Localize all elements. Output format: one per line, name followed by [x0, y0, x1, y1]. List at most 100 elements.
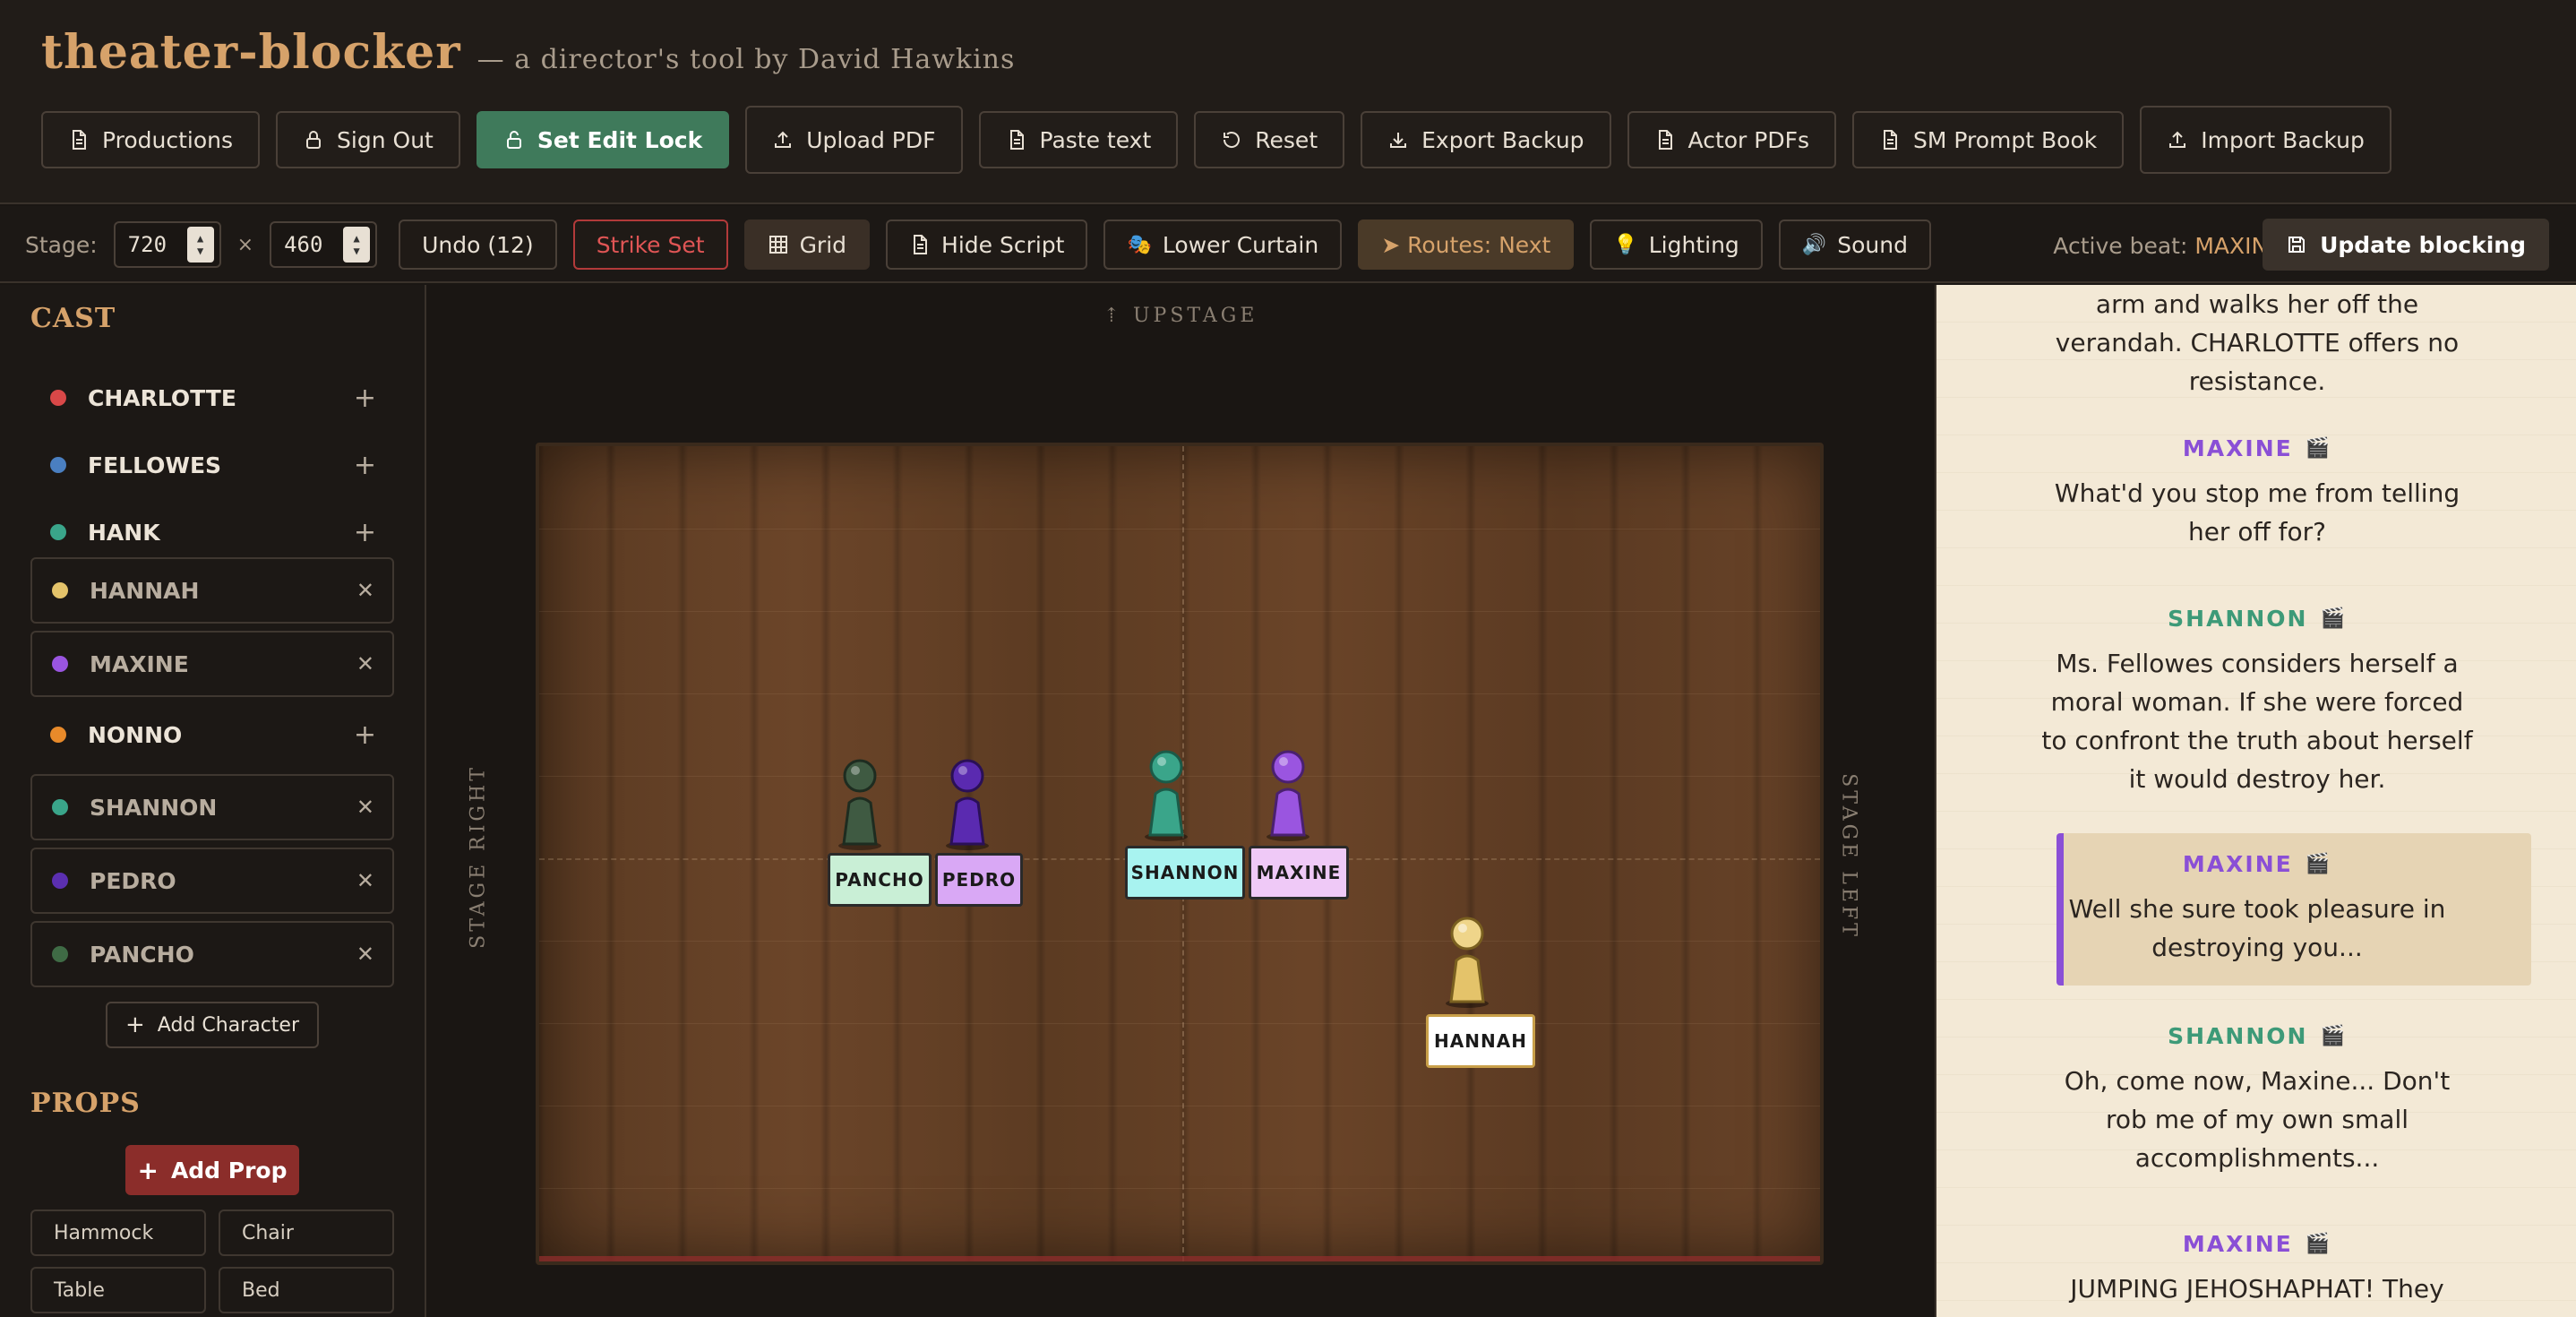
stage-area: ⇡ UPSTAGE STAGE RIGHT STAGE LEFT PANCHO …: [428, 285, 1933, 1317]
actor-pdfs-button[interactable]: Actor PDFs: [1627, 111, 1837, 168]
paste-text-button[interactable]: Paste text: [978, 111, 1179, 168]
script-line[interactable]: SHANNON 🎬 Oh, come now, Maxine... Don't …: [1936, 1023, 2576, 1177]
actor-label-pedro[interactable]: PEDRO: [935, 853, 1023, 907]
routes-next-button[interactable]: ➤ Routes: Next: [1358, 220, 1575, 270]
actor-figure-pedro[interactable]: [940, 749, 994, 851]
prop-hammock[interactable]: Hammock: [30, 1209, 206, 1256]
sign-out-button[interactable]: Sign Out: [276, 111, 460, 168]
sm-prompt-book-label: SM Prompt Book: [1913, 126, 2098, 153]
productions-label: Productions: [102, 126, 234, 153]
sm-prompt-book-button[interactable]: SM Prompt Book: [1852, 111, 2125, 168]
update-blocking-button[interactable]: Update blocking: [2263, 219, 2549, 271]
cast-item-fellowes[interactable]: FELLOWES +: [30, 435, 394, 495]
grid-line: [539, 941, 1820, 942]
speaker-label: MAXINE: [2182, 1231, 2293, 1257]
color-dot: [52, 582, 68, 598]
prop-chair[interactable]: Chair: [219, 1209, 394, 1256]
stage-height-input[interactable]: 460 ▲ ▼: [270, 221, 378, 268]
upload-pdf-button[interactable]: Upload PDF: [745, 106, 963, 174]
actor-figure-shannon[interactable]: [1139, 740, 1193, 842]
productions-button[interactable]: Productions: [41, 111, 261, 168]
prop-table[interactable]: Table: [30, 1267, 206, 1313]
actor-figure-hannah[interactable]: [1440, 907, 1494, 1009]
clapperboard-icon[interactable]: 🎬: [2306, 1233, 2331, 1255]
script-line[interactable]: SHANNON 🎬 Ms. Fellowes considers herself…: [1936, 606, 2576, 798]
add-prop-label: Add Prop: [170, 1157, 288, 1184]
clapperboard-icon[interactable]: 🎬: [2306, 853, 2331, 875]
clapperboard-icon[interactable]: 🎬: [2320, 1025, 2346, 1047]
add-prop-button[interactable]: + Add Prop: [125, 1145, 299, 1195]
actor-label-hannah[interactable]: HANNAH: [1426, 1014, 1535, 1068]
upload-pdf-label: Upload PDF: [806, 126, 936, 153]
actor-figure-maxine[interactable]: [1261, 740, 1315, 842]
actor-label-pancho[interactable]: PANCHO: [828, 853, 932, 907]
width-spinner-icon[interactable]: ▲ ▼: [186, 227, 214, 263]
script-text: JUMPING JEHOSHAPHAT! They: [2070, 1274, 2444, 1304]
remove-icon[interactable]: ✕: [356, 578, 374, 603]
actor-label-shannon[interactable]: SHANNON: [1125, 846, 1245, 900]
clapperboard-icon[interactable]: 🎬: [2306, 437, 2331, 460]
grid-toggle-button[interactable]: Grid: [743, 220, 871, 270]
speaker-name: MAXINE 🎬: [1936, 1231, 2576, 1257]
import-backup-button[interactable]: Import Backup: [2140, 106, 2391, 174]
cast-item-hannah[interactable]: HANNAH ✕: [30, 557, 394, 624]
remove-icon[interactable]: ✕: [356, 795, 374, 820]
speaker-name: SHANNON 🎬: [1936, 1023, 2576, 1049]
actor-figure-pancho[interactable]: [833, 749, 887, 851]
prop-bed[interactable]: Bed: [219, 1267, 394, 1313]
script-line[interactable]: MAXINE 🎬 What'd you stop me from telling…: [1936, 435, 2576, 551]
script-panel: arm and walks her off the verandah. CHAR…: [1935, 285, 2576, 1317]
remove-icon[interactable]: ✕: [356, 868, 374, 893]
add-icon[interactable]: +: [354, 517, 376, 548]
cast-name: HANNAH: [90, 577, 200, 604]
cast-name: PANCHO: [90, 941, 194, 968]
active-beat: Active beat: MAXINE: [2053, 233, 2282, 259]
hide-script-button[interactable]: Hide Script: [886, 220, 1088, 270]
lock-icon: [306, 131, 322, 149]
remove-icon[interactable]: ✕: [356, 651, 374, 676]
grid-label: Grid: [799, 231, 847, 258]
sign-out-label: Sign Out: [337, 126, 434, 153]
app-title: theater-blocker: [41, 25, 461, 80]
reset-button[interactable]: Reset: [1194, 111, 1345, 168]
add-icon[interactable]: +: [354, 383, 376, 414]
remove-icon[interactable]: ✕: [356, 942, 374, 967]
app-subtitle: — a director's tool by David Hawkins: [477, 44, 1016, 75]
stage-width-value: 720: [127, 232, 167, 257]
speaker-label: SHANNON: [2168, 1023, 2308, 1049]
stage-canvas[interactable]: PANCHO PEDRO SHANNON MAXINE HANNAH: [536, 443, 1824, 1265]
add-icon[interactable]: +: [354, 450, 376, 481]
actor-label-maxine[interactable]: MAXINE: [1249, 846, 1349, 900]
cast-item-maxine[interactable]: MAXINE ✕: [30, 631, 394, 697]
speaker-label: MAXINE: [2182, 435, 2293, 461]
script-line-active[interactable]: MAXINE 🎬 Well she sure took pleasure in …: [1936, 851, 2576, 967]
lighting-button[interactable]: 💡 Lighting: [1590, 220, 1763, 270]
lower-curtain-button[interactable]: 🎭 Lower Curtain: [1103, 220, 1343, 270]
speaker-icon: 🔊: [1801, 233, 1827, 256]
add-character-button[interactable]: + Add Character: [106, 1002, 319, 1048]
cast-item-charlotte[interactable]: CHARLOTTE +: [30, 367, 394, 428]
add-icon[interactable]: +: [354, 719, 376, 751]
cast-item-shannon[interactable]: SHANNON ✕: [30, 774, 394, 840]
cast-item-nonno[interactable]: NONNO +: [30, 704, 394, 765]
cast-item-hank[interactable]: HANK +: [30, 502, 394, 563]
stage-apron: [539, 1256, 1820, 1261]
cast-item-pedro[interactable]: PEDRO ✕: [30, 848, 394, 914]
lightbulb-icon: 💡: [1613, 233, 1638, 256]
document-icon: [1658, 130, 1672, 150]
speaker-name: MAXINE 🎬: [1936, 851, 2576, 877]
strike-set-button[interactable]: Strike Set: [572, 220, 728, 270]
clapperboard-icon[interactable]: 🎬: [2320, 607, 2346, 630]
undo-button[interactable]: Undo (12): [399, 220, 557, 270]
cast-item-pancho[interactable]: PANCHO ✕: [30, 921, 394, 987]
upload-icon: [2169, 131, 2186, 148]
sound-button[interactable]: 🔊 Sound: [1778, 220, 1931, 270]
set-edit-lock-button[interactable]: Set Edit Lock: [476, 111, 730, 168]
active-beat-label: Active beat:: [2053, 233, 2188, 259]
script-line[interactable]: arm and walks her off the verandah. CHAR…: [1936, 285, 2576, 400]
script-line[interactable]: MAXINE 🎬 JUMPING JEHOSHAPHAT! They: [1936, 1231, 2576, 1308]
height-spinner-icon[interactable]: ▲ ▼: [343, 227, 371, 263]
grid-line: [539, 1188, 1820, 1189]
export-backup-button[interactable]: Export Backup: [1361, 111, 1611, 168]
stage-width-input[interactable]: 720 ▲ ▼: [113, 221, 221, 268]
